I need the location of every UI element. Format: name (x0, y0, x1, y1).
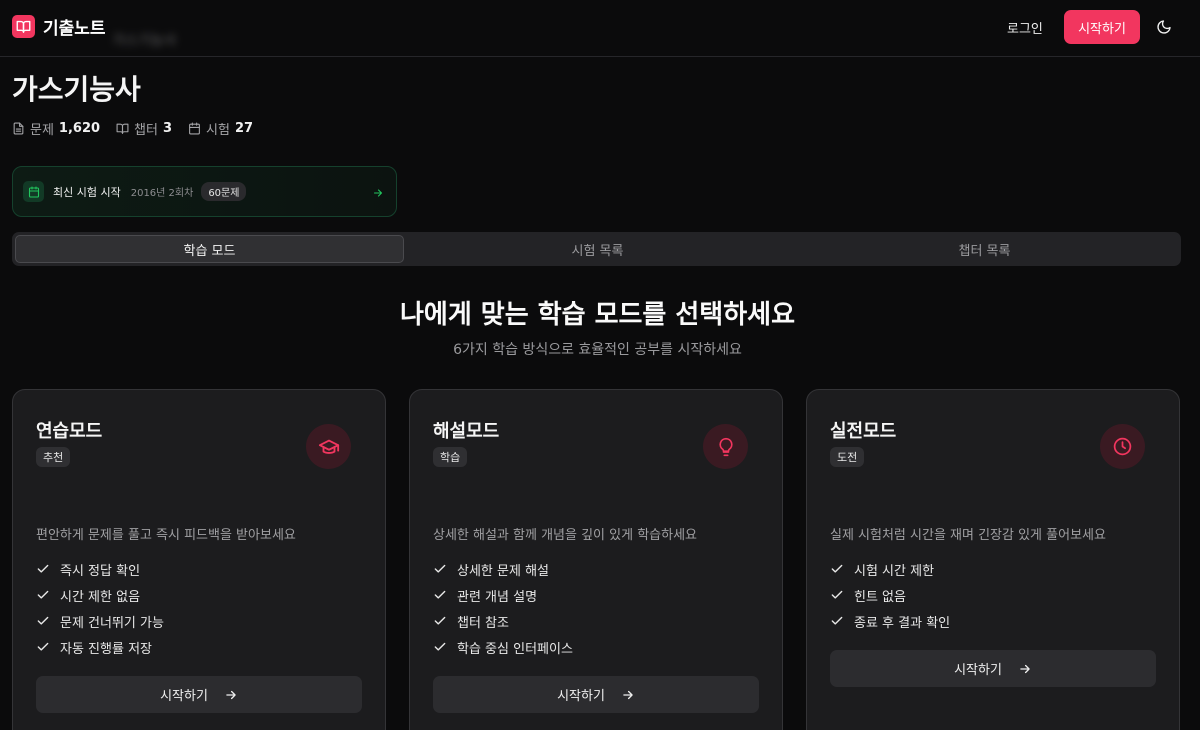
check-icon (831, 590, 843, 599)
check-icon (831, 564, 843, 573)
stat-value: 3 (162, 121, 173, 136)
feature-item: 상세한 문제 해설 (433, 556, 573, 582)
feature-text: 문제 건너뛰기 가능 (60, 615, 164, 631)
feature-text: 자동 진행률 저장 (60, 641, 152, 657)
section-title: 나에게 맞는 학습 모드를 선택하세요 (399, 300, 795, 330)
feature-item: 시험 시간 제한 (830, 556, 950, 582)
logo-text: 기출노트 (43, 19, 106, 39)
book-open-icon (12, 15, 35, 38)
card-badge: 도전 (830, 447, 865, 467)
button-label: 시작하기 (557, 688, 605, 703)
card-description: 상세한 해설과 함께 개념을 깊이 있게 학습하세요 (433, 528, 697, 543)
feature-text: 시험 시간 제한 (854, 563, 935, 579)
card-badge: 추천 (36, 447, 71, 467)
stat-value: 27 (234, 121, 254, 136)
arrow-right-icon (226, 690, 236, 699)
card-badge: 학습 (433, 447, 468, 467)
check-icon (434, 642, 446, 651)
tab-exam-list[interactable]: 시험 목록 (404, 235, 791, 263)
start-practice-button[interactable]: 시작하기 (36, 676, 362, 713)
graduation-cap-icon (306, 424, 351, 469)
feature-item: 학습 중심 인터페이스 (433, 634, 573, 660)
tab-chapter-list[interactable]: 챕터 목록 (791, 235, 1178, 263)
card-title: 연습모드 (36, 421, 103, 442)
tab-study-mode[interactable]: 학습 모드 (15, 235, 404, 263)
card-description: 편안하게 문제를 풀고 즉시 피드백을 받아보세요 (36, 528, 296, 543)
section-subtitle: 6가지 학습 방식으로 효율적인 공부를 시작하세요 (453, 342, 742, 358)
file-icon (13, 122, 24, 135)
lightbulb-icon (703, 424, 748, 469)
feature-list: 상세한 문제 해설 관련 개념 설명 챕터 참조 학습 중심 인터페이스 (433, 556, 573, 660)
feature-item: 챕터 참조 (433, 608, 573, 634)
arrow-right-icon (1020, 664, 1030, 673)
card-description: 실제 시험처럼 시간을 재며 긴장감 있게 풀어보세요 (830, 528, 1106, 543)
mode-card-real-exam: 실전모드 도전 실제 시험처럼 시간을 재며 긴장감 있게 풀어보세요 시험 시… (806, 389, 1180, 730)
card-title: 해설모드 (433, 421, 500, 442)
feature-item: 시간 제한 없음 (36, 582, 164, 608)
feature-text: 챕터 참조 (457, 615, 509, 631)
feature-text: 종료 후 결과 확인 (854, 615, 951, 631)
feature-item: 자동 진행률 저장 (36, 634, 164, 660)
feature-item: 종료 후 결과 확인 (830, 608, 950, 634)
feature-list: 즉시 정답 확인 시간 제한 없음 문제 건너뛰기 가능 자동 진행률 저장 (36, 556, 164, 660)
check-icon (37, 642, 49, 651)
check-icon (831, 616, 843, 625)
logo[interactable]: 기출노트 (12, 14, 106, 39)
check-icon (37, 590, 49, 599)
feature-text: 즉시 정답 확인 (60, 563, 141, 579)
calendar-icon (189, 122, 200, 135)
calendar-icon (23, 181, 44, 202)
feature-text: 힌트 없음 (854, 589, 906, 605)
check-icon (37, 616, 49, 625)
feature-text: 상세한 문제 해설 (457, 563, 549, 579)
latest-exam-label: 최신 시험 시작 (53, 185, 121, 199)
start-real-exam-button[interactable]: 시작하기 (830, 650, 1156, 687)
feature-text: 시간 제한 없음 (60, 589, 141, 605)
stat-label: 시험 (206, 123, 230, 138)
arrow-right-icon (372, 184, 384, 203)
mode-card-explanation: 해설모드 학습 상세한 해설과 함께 개념을 깊이 있게 학습하세요 상세한 문… (409, 389, 783, 730)
feature-item: 관련 개념 설명 (433, 582, 573, 608)
button-label: 시작하기 (954, 662, 1002, 677)
start-explanation-button[interactable]: 시작하기 (433, 676, 759, 713)
question-count-badge: 60문제 (201, 182, 247, 201)
feature-text: 관련 개념 설명 (457, 589, 538, 605)
start-button[interactable]: 시작하기 (1064, 10, 1140, 44)
stats-row: 문제 1,620 챕터 3 시험 27 (12, 119, 253, 138)
mode-tabs: 학습 모드 시험 목록 챕터 목록 (12, 232, 1181, 266)
stat-questions: 문제 1,620 (12, 119, 100, 138)
top-header: 기출노트 가스기능사 로그인 시작하기 (0, 0, 1200, 57)
blurred-title: 가스기능사 (112, 33, 177, 49)
check-icon (434, 616, 446, 625)
stat-label: 문제 (30, 123, 54, 138)
stat-chapters: 챕터 3 (116, 119, 172, 138)
arrow-right-icon (623, 690, 633, 699)
stat-label: 챕터 (134, 123, 158, 138)
mode-card-practice: 연습모드 추천 편안하게 문제를 풀고 즉시 피드백을 받아보세요 즉시 정답 … (12, 389, 386, 730)
clock-icon (1100, 424, 1145, 469)
latest-exam-subtitle: 2016년 2회차 (130, 188, 194, 199)
button-label: 시작하기 (160, 688, 208, 703)
check-icon (434, 590, 446, 599)
feature-item: 문제 건너뛰기 가능 (36, 608, 164, 634)
latest-exam-button[interactable]: 최신 시험 시작 2016년 2회차 60문제 (12, 166, 397, 217)
feature-list: 시험 시간 제한 힌트 없음 종료 후 결과 확인 (830, 556, 950, 634)
feature-text: 학습 중심 인터페이스 (457, 641, 573, 657)
page-title: 가스기능사 (12, 73, 141, 106)
moon-icon[interactable] (1154, 17, 1174, 37)
card-title: 실전모드 (830, 421, 897, 442)
feature-item: 즉시 정답 확인 (36, 556, 164, 582)
stat-exams: 시험 27 (188, 119, 253, 138)
stat-value: 1,620 (58, 121, 101, 136)
check-icon (37, 564, 49, 573)
book-icon (116, 123, 129, 134)
feature-item: 힌트 없음 (830, 582, 950, 608)
login-link[interactable]: 로그인 (1007, 18, 1043, 37)
check-icon (434, 564, 446, 573)
